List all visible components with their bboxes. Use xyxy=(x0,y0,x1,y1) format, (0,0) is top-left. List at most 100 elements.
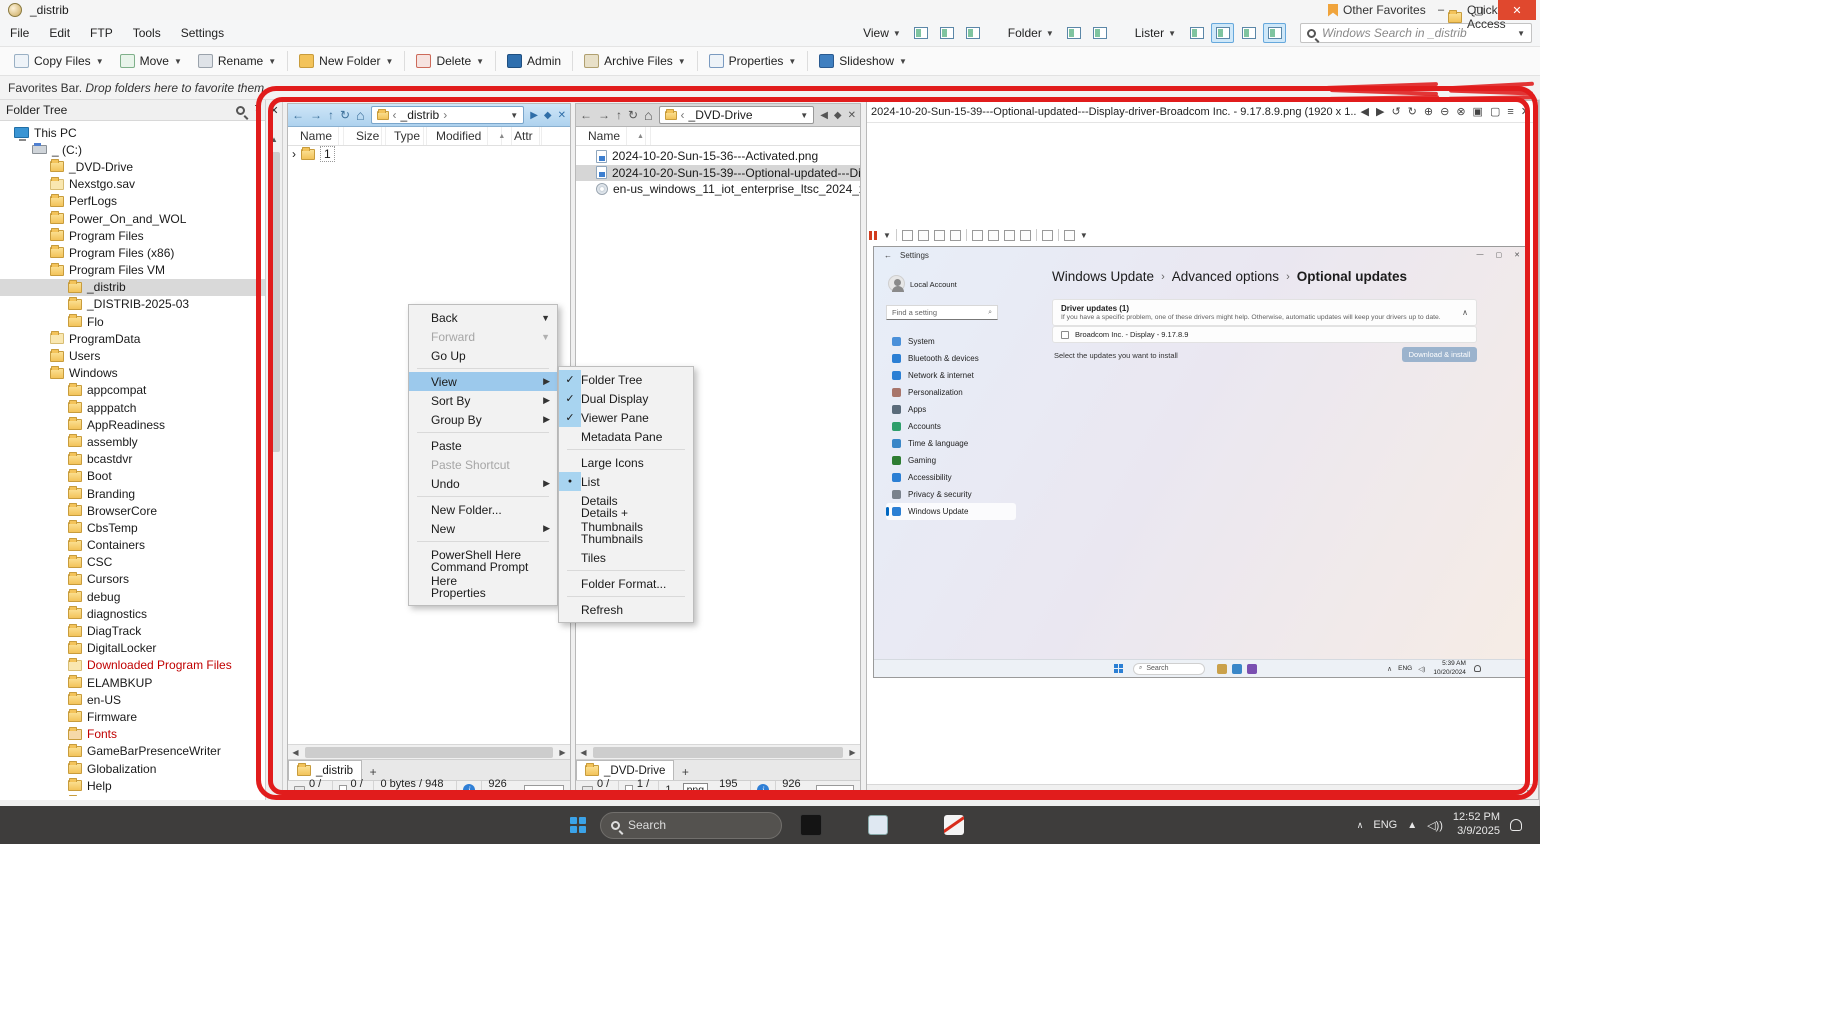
collapse-all-icon[interactable]: ↑ xyxy=(254,104,259,116)
tree-item-help[interactable]: Help xyxy=(0,777,265,794)
tree-item-debug[interactable]: debug xyxy=(0,588,265,605)
tree-item-programdata[interactable]: ProgramData xyxy=(0,330,265,347)
zoom-reset-icon[interactable]: ⊗ xyxy=(1456,105,1465,118)
chevron-down-icon[interactable]: ▼ xyxy=(883,231,891,240)
tree-item-globalization[interactable]: Globalization xyxy=(0,760,265,777)
info-icon[interactable]: i xyxy=(757,783,770,796)
column-header-modified[interactable]: Modified ▲ xyxy=(424,127,513,145)
submenu-item-list[interactable]: ● List xyxy=(559,472,693,491)
tree-item-appcompat[interactable]: appcompat xyxy=(0,382,265,399)
console-icon[interactable] xyxy=(1041,229,1053,241)
tree-item-bcastdvr[interactable]: bcastdvr xyxy=(0,451,265,468)
menu-item-view[interactable]: View ▶ xyxy=(409,372,557,391)
menu-item-undo[interactable]: Undo ▶ xyxy=(409,474,557,493)
back-icon[interactable]: ← xyxy=(580,108,592,122)
tree-scrollbar[interactable]: ✕ ▲ xyxy=(266,100,283,800)
tree-item-program-files-x86-[interactable]: Program Files (x86) xyxy=(0,244,265,261)
tree-item--dvd-drive[interactable]: _DVD-Drive xyxy=(0,158,265,175)
prev-image-icon[interactable]: ◀ xyxy=(1361,105,1369,118)
tray-app-snip-icon[interactable] xyxy=(868,815,888,835)
split-horizontal-icon[interactable] xyxy=(987,229,999,241)
history-icon[interactable] xyxy=(917,229,929,241)
tree-item-cbstemp[interactable]: CbsTemp xyxy=(0,519,265,536)
file-row[interactable]: 2024-10-20-Sun-15-39---Optional-updated-… xyxy=(576,164,860,181)
tree-item-fonts[interactable]: Fonts xyxy=(0,726,265,743)
tree-item-gamebarpresencewriter[interactable]: GameBarPresenceWriter xyxy=(0,743,265,760)
tree-item-identitycrl[interactable]: IdentityCRL xyxy=(0,794,265,796)
tree-item--c-[interactable]: _ (C:) xyxy=(0,141,265,158)
properties-button[interactable]: Properties ▼ xyxy=(701,49,805,73)
lister-tree-icon[interactable] xyxy=(1237,23,1260,43)
tree-item-power-on-and-wol[interactable]: Power_On_and_WOL xyxy=(0,210,265,227)
view-dropdown[interactable]: View ▼ xyxy=(858,26,906,40)
info-icon[interactable]: i xyxy=(463,783,476,796)
submenu-item-viewer-pane[interactable]: ✓ Viewer Pane xyxy=(559,408,693,427)
up-icon[interactable]: ↑ xyxy=(616,108,622,122)
tree-item-diagtrack[interactable]: DiagTrack xyxy=(0,622,265,639)
menu-item-command-prompt-here[interactable]: Command Prompt Here xyxy=(409,560,557,588)
menu-file[interactable]: File xyxy=(0,22,39,44)
file-row[interactable]: 2024-10-20-Sun-15-36---Activated.png xyxy=(576,148,860,165)
rename-button[interactable]: Rename ▼ xyxy=(190,49,284,73)
menu-item-back[interactable]: Back ▼ xyxy=(409,308,557,327)
tree-item-this-pc[interactable]: This PC xyxy=(0,124,265,142)
tree-item-containers[interactable]: Containers xyxy=(0,537,265,554)
folder-panel-icon[interactable] xyxy=(1089,23,1112,43)
pane-close-icon[interactable]: ✕ xyxy=(848,110,856,121)
slideshow-button[interactable]: Slideshow ▼ xyxy=(811,49,915,73)
tree-item-browsercore[interactable]: BrowserCore xyxy=(0,502,265,519)
pane-swap-icon[interactable]: ◆ xyxy=(834,110,842,121)
scrollbar-thumb[interactable] xyxy=(593,746,843,758)
tree-item-flo[interactable]: Flo xyxy=(0,313,265,330)
menu-item-properties[interactable]: Properties xyxy=(409,583,557,602)
menu-item-paste[interactable]: Paste xyxy=(409,436,557,455)
external-window-icon[interactable] xyxy=(1063,229,1075,241)
refresh-icon[interactable]: ↻ xyxy=(340,108,350,122)
left-breadcrumb[interactable]: ‹ _distrib › ▼ xyxy=(370,106,525,124)
pane-split-icon[interactable]: ▶ xyxy=(530,110,538,121)
scroll-left-icon[interactable]: ◀ xyxy=(576,748,591,757)
scrollbar-thumb[interactable] xyxy=(268,152,280,452)
new-tab-button[interactable]: + xyxy=(676,764,694,780)
forward-icon[interactable]: → xyxy=(598,108,610,122)
submenu-item-folder-format-[interactable]: Folder Format... xyxy=(559,574,693,593)
refresh-icon[interactable]: ↻ xyxy=(628,108,638,122)
tree-item-windows[interactable]: Windows xyxy=(0,365,265,382)
full-size-icon[interactable]: ▢ xyxy=(1490,105,1500,118)
viewer-close-icon[interactable]: ✕ xyxy=(1521,105,1530,118)
scroll-left-icon[interactable]: ◀ xyxy=(288,748,303,757)
delete-button[interactable]: Delete ▼ xyxy=(408,49,492,73)
scroll-right-icon[interactable]: ▶ xyxy=(845,748,860,757)
tray-chevron-icon[interactable]: ∧ xyxy=(1357,820,1364,831)
right-breadcrumb[interactable]: ‹ _DVD-Drive ▼ xyxy=(658,106,815,124)
zoom-out-icon[interactable]: ⊖ xyxy=(1440,105,1449,118)
pane-split-icon[interactable]: ◀ xyxy=(820,110,828,121)
clock-date[interactable]: 3/9/2025 xyxy=(1457,825,1500,837)
menu-item-new-folder-[interactable]: New Folder... xyxy=(409,500,557,519)
tree-item--distrib-2025-03[interactable]: _DISTRIB-2025-03 xyxy=(0,296,265,313)
admin-button[interactable]: Admin xyxy=(499,49,569,73)
tree-item-appreadiness[interactable]: AppReadiness xyxy=(0,416,265,433)
chevron-down-icon[interactable]: ▼ xyxy=(510,111,518,120)
split-vertical-icon[interactable] xyxy=(971,229,983,241)
lister-dropdown[interactable]: Lister ▼ xyxy=(1130,26,1181,40)
tree-item-program-files[interactable]: Program Files xyxy=(0,227,265,244)
tree-item-diagnostics[interactable]: diagnostics xyxy=(0,605,265,622)
tree-item-program-files-vm[interactable]: Program Files VM xyxy=(0,262,265,279)
stamp-icon[interactable] xyxy=(949,229,961,241)
tree-item-perflogs[interactable]: PerfLogs xyxy=(0,193,265,210)
quick-access-button[interactable]: Quick Access xyxy=(1448,3,1539,31)
column-header-size[interactable]: Size xyxy=(344,127,387,145)
fit-page-icon[interactable] xyxy=(1003,229,1015,241)
submenu-item-thumbnails[interactable]: Thumbnails xyxy=(559,529,693,548)
lister-dual-pane-icon[interactable] xyxy=(1211,23,1234,43)
scroll-left-icon[interactable]: ◀ xyxy=(867,788,882,797)
submenu-item-dual-display[interactable]: ✓ Dual Display xyxy=(559,389,693,408)
rotate-page-icon[interactable] xyxy=(1019,229,1031,241)
menu-settings[interactable]: Settings xyxy=(171,22,234,44)
tree-item-users[interactable]: Users xyxy=(0,347,265,364)
menu-ftp[interactable]: FTP xyxy=(80,22,123,44)
forward-icon[interactable]: → xyxy=(310,108,322,122)
menu-item-group-by[interactable]: Group By ▶ xyxy=(409,410,557,429)
folder-dropdown[interactable]: Folder ▼ xyxy=(1003,26,1059,40)
